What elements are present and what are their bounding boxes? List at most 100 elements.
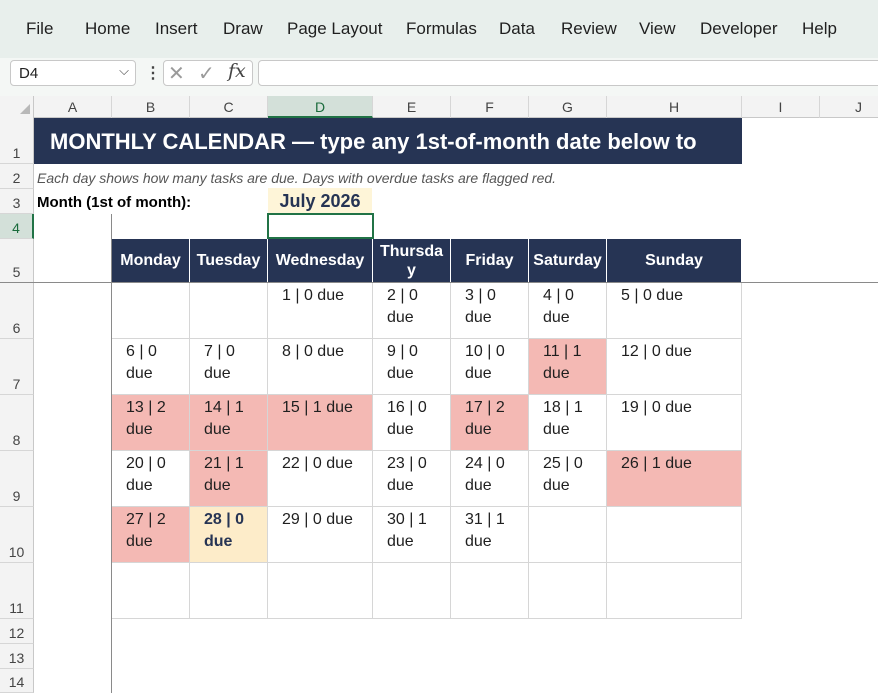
menu-home[interactable]: Home — [85, 19, 130, 39]
day-cell[interactable]: 15 | 1 due — [268, 395, 373, 451]
day-cell[interactable]: 3 | 0 due — [451, 283, 529, 339]
menu-page-layout[interactable]: Page Layout — [287, 19, 382, 39]
day-cell[interactable]: 27 | 2 due — [112, 507, 190, 563]
day-cell[interactable]: 4 | 0 due — [529, 283, 607, 339]
day-cell[interactable]: 30 | 1 due — [373, 507, 451, 563]
day-cell[interactable] — [451, 563, 529, 619]
row-header-1[interactable]: 1 — [0, 118, 34, 164]
row-header-14[interactable]: 14 — [0, 669, 34, 693]
row-header-8[interactable]: 8 — [0, 395, 34, 451]
day-cell[interactable]: 23 | 0 due — [373, 451, 451, 507]
day-cell[interactable] — [268, 563, 373, 619]
menu-formulas[interactable]: Formulas — [406, 19, 477, 39]
day-cell[interactable]: 11 | 1 due — [529, 339, 607, 395]
day-cell[interactable] — [373, 563, 451, 619]
day-cell[interactable]: 17 | 2 due — [451, 395, 529, 451]
day-cell[interactable]: 19 | 0 due — [607, 395, 742, 451]
month-input-label: Month (1st of month): — [37, 194, 192, 211]
row-header-12[interactable]: 12 — [0, 619, 34, 644]
column-header-g[interactable]: G — [529, 96, 607, 118]
day-cell[interactable] — [607, 563, 742, 619]
day-cell[interactable]: 7 | 0 due — [190, 339, 268, 395]
day-header-monday[interactable]: Monday — [112, 239, 190, 282]
month-input-cell[interactable]: July 2026 — [268, 188, 372, 214]
day-cell[interactable]: 14 | 1 due — [190, 395, 268, 451]
column-header-h[interactable]: H — [607, 96, 742, 118]
day-cell[interactable]: 12 | 0 due — [607, 339, 742, 395]
column-header-f[interactable]: F — [451, 96, 529, 118]
day-cell[interactable]: 9 | 0 due — [373, 339, 451, 395]
day-cell[interactable] — [529, 507, 607, 563]
day-cell[interactable]: 24 | 0 due — [451, 451, 529, 507]
day-cell[interactable]: 1 | 0 due — [268, 283, 373, 339]
column-header-c[interactable]: C — [190, 96, 268, 118]
column-header-d[interactable]: D — [268, 96, 373, 118]
menu-view[interactable]: View — [639, 19, 676, 39]
column-header-j[interactable]: J — [820, 96, 878, 118]
menu-review[interactable]: Review — [561, 19, 617, 39]
row-header-10[interactable]: 10 — [0, 507, 34, 563]
row-header-2[interactable]: 2 — [0, 164, 34, 189]
column-header-b[interactable]: B — [112, 96, 190, 118]
day-cell[interactable]: 10 | 0 due — [451, 339, 529, 395]
day-cell[interactable]: 20 | 0 due — [112, 451, 190, 507]
row-header-9[interactable]: 9 — [0, 451, 34, 507]
day-header-tuesday[interactable]: Tuesday — [190, 239, 268, 282]
day-cell[interactable] — [190, 563, 268, 619]
row-header-7[interactable]: 7 — [0, 339, 34, 395]
select-all-icon — [20, 104, 30, 114]
day-cell[interactable]: 16 | 0 due — [373, 395, 451, 451]
check-icon[interactable]: ✓ — [198, 61, 215, 86]
calendar-title: MONTHLY CALENDAR — type any 1st-of-month… — [50, 129, 697, 154]
name-box[interactable]: D4 ⌵ — [10, 60, 136, 86]
day-cell[interactable]: 18 | 1 due — [529, 395, 607, 451]
row-header-4[interactable]: 4 — [0, 214, 34, 239]
day-cell[interactable] — [112, 283, 190, 339]
day-cell[interactable] — [529, 563, 607, 619]
row-header-11[interactable]: 11 — [0, 563, 34, 619]
day-cell[interactable]: 31 | 1 due — [451, 507, 529, 563]
calendar-title-banner[interactable]: MONTHLY CALENDAR — type any 1st-of-month… — [34, 118, 742, 164]
day-header-sunday[interactable]: Sunday — [607, 239, 742, 282]
day-cell[interactable]: 13 | 2 due — [112, 395, 190, 451]
column-header-a[interactable]: A — [34, 96, 112, 118]
column-header-e[interactable]: E — [373, 96, 451, 118]
insert-function-icon[interactable]: fx — [228, 60, 246, 82]
day-cell[interactable]: 2 | 0 due — [373, 283, 451, 339]
calendar-subtitle: Each day shows how many tasks are due. D… — [37, 170, 557, 186]
day-cell[interactable]: 21 | 1 due — [190, 451, 268, 507]
day-cell[interactable] — [607, 507, 742, 563]
day-cell[interactable]: 6 | 0 due — [112, 339, 190, 395]
cancel-icon[interactable]: ✕ — [168, 61, 185, 86]
day-cell[interactable]: 28 | 0 due — [190, 507, 268, 563]
active-cell-selection[interactable] — [267, 213, 374, 239]
menu-developer[interactable]: Developer — [700, 19, 778, 39]
day-cell[interactable]: 5 | 0 due — [607, 283, 742, 339]
menu-insert[interactable]: Insert — [155, 19, 198, 39]
day-header-friday[interactable]: Friday — [451, 239, 529, 282]
menu-data[interactable]: Data — [499, 19, 535, 39]
row-header-13[interactable]: 13 — [0, 644, 34, 669]
ribbon-menu-bar: File Home Insert Draw Page Layout Formul… — [0, 0, 878, 58]
row-header-5[interactable]: 5 — [0, 239, 34, 283]
row-header-6[interactable]: 6 — [0, 283, 34, 339]
day-header-wednesday[interactable]: Wednesday — [268, 239, 373, 282]
day-cell[interactable]: 26 | 1 due — [607, 451, 742, 507]
more-options-icon[interactable]: ⋮ — [145, 63, 161, 83]
chevron-down-icon[interactable]: ⌵ — [119, 63, 129, 79]
day-header-saturday[interactable]: Saturday — [529, 239, 607, 282]
menu-draw[interactable]: Draw — [223, 19, 263, 39]
menu-file[interactable]: File — [26, 19, 53, 39]
day-header-thursday[interactable]: Thursday — [373, 239, 451, 282]
menu-help[interactable]: Help — [802, 19, 837, 39]
day-cell[interactable]: 8 | 0 due — [268, 339, 373, 395]
day-cell[interactable]: 25 | 0 due — [529, 451, 607, 507]
day-cell[interactable] — [190, 283, 268, 339]
day-cell[interactable]: 22 | 0 due — [268, 451, 373, 507]
day-cell[interactable] — [112, 563, 190, 619]
row-header-3[interactable]: 3 — [0, 189, 34, 214]
day-cell[interactable]: 29 | 0 due — [268, 507, 373, 563]
formula-input[interactable] — [258, 60, 878, 86]
name-box-value: D4 — [19, 65, 39, 82]
column-header-i[interactable]: I — [742, 96, 820, 118]
